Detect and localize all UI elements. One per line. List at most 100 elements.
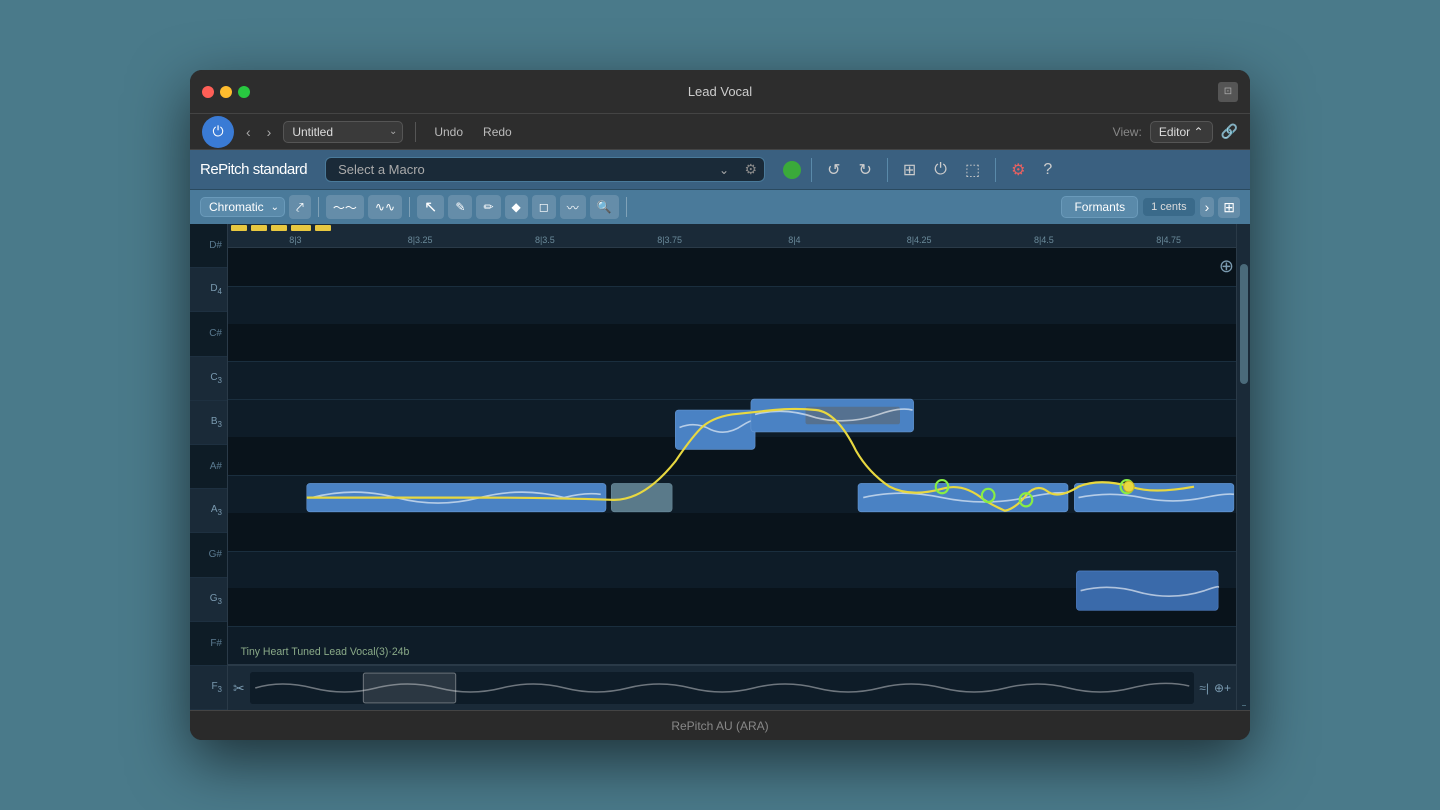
- yellow-markers: [228, 224, 1236, 232]
- forward-button[interactable]: ›: [263, 122, 276, 142]
- grid-line: [228, 475, 1236, 476]
- editor-toolbar: Chromatic ⤤ 〜〜 ∿∿ ↖ ✎ ✏ ◆ ◻ 〰 🔍 Formants…: [190, 190, 1250, 224]
- close-button[interactable]: [202, 86, 214, 98]
- yellow-marker: [291, 225, 311, 231]
- undo-plugin-button[interactable]: ↺: [822, 158, 845, 182]
- svg-text:Tiny Heart Tuned Lead Vocal(3): Tiny Heart Tuned Lead Vocal(3)·24b: [241, 646, 410, 658]
- power-plugin-button[interactable]: ⏻: [929, 159, 952, 181]
- pitch-row-fsharp: F#: [190, 622, 227, 666]
- pitch-row-csharp: C#: [190, 312, 227, 356]
- ruler-mark: 8|4.25: [857, 235, 982, 245]
- yellow-marker: [251, 225, 267, 231]
- zoom-controls[interactable]: ⊕: [1219, 256, 1234, 277]
- yellow-marker: [271, 225, 287, 231]
- pitch-labels: D# D4 C# C3 B3 A# A3 G# G3 F# F3: [190, 224, 228, 710]
- settings-plugin-button[interactable]: ⚙: [1006, 158, 1030, 182]
- scale-dropdown-wrapper: Chromatic: [200, 197, 285, 217]
- plugin-toolbar: RePitch standard Select a Macro ⚙ ↺ ↻ ⊞ …: [190, 150, 1250, 190]
- pitch-row-dsharp: D#: [190, 224, 227, 268]
- preset-select[interactable]: Untitled: [283, 121, 403, 143]
- status-bar: RePitch AU (ARA): [190, 710, 1250, 740]
- grid-line: [228, 286, 1236, 287]
- wave-tool-button[interactable]: 〜〜: [326, 195, 364, 219]
- grid-line: [228, 399, 1236, 400]
- quantize-button[interactable]: ⤤: [289, 195, 311, 219]
- yellow-marker: [315, 225, 331, 231]
- minimize-button[interactable]: [220, 86, 232, 98]
- macro-dropdown-wrapper: Select a Macro ⚙: [325, 157, 765, 182]
- scrollbar-thumb[interactable]: [1240, 264, 1248, 384]
- scale-select[interactable]: Chromatic: [200, 197, 285, 217]
- ruler-mark: 8|3.5: [483, 235, 608, 245]
- grid-line: [228, 588, 1236, 626]
- grid-line: [228, 551, 1236, 552]
- ruler-marks: 8|3 8|3.25 8|3.5 8|3.75 8|4 8|4.25 8|4.5…: [228, 235, 1236, 245]
- right-scrollbar[interactable]: [1236, 224, 1250, 710]
- pitch-row-gsharp: G#: [190, 533, 227, 577]
- formants-button[interactable]: Formants: [1061, 196, 1138, 218]
- ruler-mark: 8|3.75: [607, 235, 732, 245]
- draw-button[interactable]: ✏: [476, 195, 500, 219]
- grid-lines: [228, 248, 1236, 664]
- window-title: Lead Vocal: [688, 84, 752, 99]
- pitch-wave-button[interactable]: ∿∿: [368, 195, 402, 219]
- timeline-ruler: 8|3 8|3.25 8|3.5 8|3.75 8|4 8|4.25 8|4.5…: [228, 224, 1236, 248]
- undo-button[interactable]: Undo: [428, 123, 469, 141]
- macro-select[interactable]: Select a Macro: [325, 157, 765, 182]
- select-tool-button[interactable]: ↖: [417, 195, 444, 219]
- expand-right-button[interactable]: ›: [1200, 197, 1215, 217]
- editor-separator-2: [409, 197, 410, 217]
- magnify-button[interactable]: 🔍: [590, 195, 619, 219]
- traffic-lights: [202, 86, 250, 98]
- pitch-row-d4: D4: [190, 268, 227, 312]
- draw-sharp-button[interactable]: ✎: [448, 195, 472, 219]
- editor-separator-3: [626, 197, 627, 217]
- help-button[interactable]: ?: [1038, 159, 1057, 181]
- plugin-separator-1: [811, 158, 812, 182]
- link-button[interactable]: 🔗: [1221, 123, 1238, 140]
- vibrato-button[interactable]: 〰: [560, 195, 586, 219]
- redo-plugin-button[interactable]: ↻: [853, 158, 876, 182]
- main-window: Lead Vocal ⊡ ⏻ ‹ › Untitled Undo Redo Vi…: [190, 70, 1250, 740]
- zoom-in-icon[interactable]: ⊕: [1219, 256, 1234, 277]
- mini-map: ✂ ≈| ⊕+: [228, 664, 1236, 710]
- title-bar: Lead Vocal ⊡: [190, 70, 1250, 114]
- toolbar-row: ⏻ ‹ › Untitled Undo Redo View: Editor ⌃ …: [190, 114, 1250, 150]
- ruler-mark: 8|3.25: [358, 235, 483, 245]
- zoom-button[interactable]: ⊡: [1218, 82, 1238, 102]
- scissors-icon[interactable]: ✂: [233, 680, 245, 697]
- redo-button[interactable]: Redo: [477, 123, 518, 141]
- grid-line: [228, 361, 1236, 362]
- title-controls-right: ⊡: [1218, 82, 1238, 102]
- grid-line: [228, 513, 1236, 551]
- view-label: View:: [1113, 125, 1142, 139]
- power-button[interactable]: ⏻: [202, 116, 234, 148]
- editor-separator-1: [318, 197, 319, 217]
- toolbar-separator: [415, 122, 416, 142]
- back-button[interactable]: ‹: [242, 122, 255, 142]
- pitch-curve: Tiny Heart Tuned Lead Vocal(3)·24b: [228, 248, 1236, 664]
- waveform-toggle[interactable]: ≈|: [1199, 681, 1209, 695]
- scrollbar-tick: [1242, 705, 1246, 706]
- repitch-logo: RePitch standard: [200, 161, 307, 178]
- line-tool-button[interactable]: ◆: [505, 195, 528, 219]
- maximize-button[interactable]: [238, 86, 250, 98]
- grid-view-button[interactable]: ⊞: [898, 158, 921, 182]
- editor-view-button[interactable]: Editor ⌃: [1150, 121, 1213, 143]
- yellow-marker: [231, 225, 247, 231]
- mini-map-controls: ≈| ⊕+: [1199, 681, 1231, 695]
- pitch-row-f3: F3: [190, 666, 227, 710]
- pitch-row-a3: A3: [190, 489, 227, 533]
- ruler-mark: 8|4.5: [982, 235, 1107, 245]
- eraser-button[interactable]: ◻: [532, 195, 556, 219]
- mini-map-content[interactable]: [250, 672, 1195, 704]
- pitch-row-c3: C3: [190, 357, 227, 401]
- zoom-mini-icon[interactable]: ⊕+: [1214, 681, 1231, 695]
- split-view-button[interactable]: ⬚: [960, 158, 985, 182]
- macro-settings-icon[interactable]: ⚙: [745, 161, 758, 178]
- extra-controls-button[interactable]: ⊞: [1218, 197, 1240, 218]
- ruler-mark: 8|3: [233, 235, 358, 245]
- editor-main: D# D4 C# C3 B3 A# A3 G# G3 F# F3: [190, 224, 1250, 710]
- piano-roll[interactable]: Tiny Heart Tuned Lead Vocal(3)·24b ⊕: [228, 248, 1236, 664]
- plugin-separator-3: [995, 158, 996, 182]
